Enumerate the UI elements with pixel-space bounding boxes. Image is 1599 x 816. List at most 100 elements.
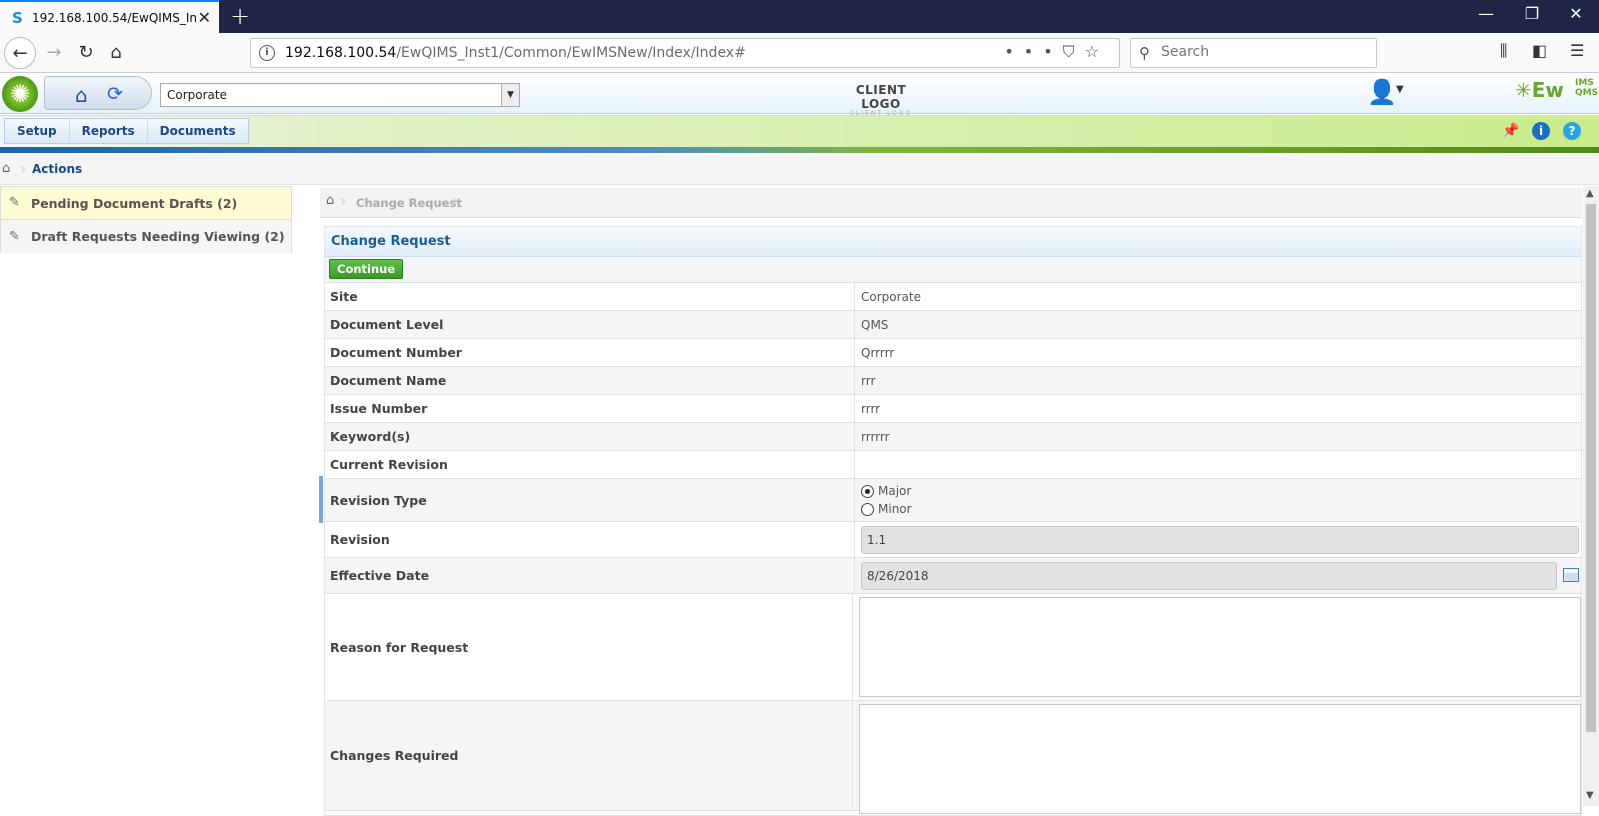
reason-for-request-textarea[interactable] bbox=[859, 597, 1581, 697]
breadcrumb-main: ⌂ › Change Request › bbox=[320, 188, 1582, 218]
form-row-site: Site Corporate bbox=[325, 283, 1581, 311]
form-button-row: Continue bbox=[325, 257, 1581, 283]
field-value-document-number: Qrrrrr bbox=[861, 345, 895, 360]
field-value-document-name: rrr bbox=[861, 373, 876, 388]
breadcrumb-home-icon[interactable]: ⌂ bbox=[326, 193, 334, 208]
library-icon[interactable]: ⫼ bbox=[1500, 41, 1507, 61]
menu-item-documents[interactable]: Documents bbox=[148, 119, 248, 143]
left-item-label: Draft Requests Needing Viewing (2) bbox=[31, 229, 285, 244]
user-avatar-icon[interactable]: 👤 bbox=[1367, 78, 1397, 106]
app-home-icon[interactable]: ⌂ bbox=[75, 83, 88, 107]
app-logo-icon[interactable]: ✺ bbox=[2, 76, 38, 112]
revision-type-radio-group: Major Minor bbox=[861, 482, 912, 518]
actions-panel: ✎ Pending Document Drafts (2) ✎ Draft Re… bbox=[0, 186, 292, 253]
breadcrumb-actions[interactable]: Actions bbox=[32, 162, 82, 176]
calendar-icon[interactable] bbox=[1563, 568, 1579, 582]
scroll-up-icon[interactable]: ▲ bbox=[1586, 188, 1594, 199]
browser-tab[interactable]: S 192.168.100.54/EwQIMS_Inst1/Co ✕ bbox=[0, 0, 219, 33]
window-close-button[interactable]: ✕ bbox=[1553, 4, 1599, 23]
browser-nav-bar: ← → ↻ ⌂ i 192.168.100.54/EwQIMS_Inst1/Co… bbox=[0, 33, 1599, 73]
field-label: Revision Type bbox=[325, 479, 855, 521]
url-bar[interactable]: i 192.168.100.54/EwQIMS_Inst1/Common/EwI… bbox=[250, 38, 1120, 68]
browser-search-bar[interactable]: ⚲ bbox=[1130, 38, 1377, 68]
left-item-draft-requests[interactable]: ✎ Draft Requests Needing Viewing (2) bbox=[1, 220, 291, 253]
field-value-site: Corporate bbox=[861, 289, 921, 304]
forward-arrow-icon[interactable]: → bbox=[38, 37, 70, 69]
field-label: Document Level bbox=[325, 311, 855, 338]
radio-option-minor[interactable]: Minor bbox=[861, 500, 912, 518]
user-menu-caret-icon[interactable]: ▼ bbox=[1396, 84, 1404, 95]
left-item-pending-drafts[interactable]: ✎ Pending Document Drafts (2) bbox=[1, 187, 291, 220]
window-minimize-button[interactable]: — bbox=[1463, 4, 1509, 23]
continue-button[interactable]: Continue bbox=[329, 259, 404, 279]
menu-hamburger-icon[interactable]: ☰ bbox=[1570, 41, 1584, 60]
form-row-revision-type: Revision Type Major Minor bbox=[325, 479, 1581, 522]
field-value-issue-number: rrrr bbox=[861, 401, 881, 416]
revision-input[interactable]: 1.1 bbox=[861, 525, 1579, 554]
form-row-document-number: Document Number Qrrrrr bbox=[325, 339, 1581, 367]
field-label: Changes Required bbox=[325, 701, 853, 810]
row-accent bbox=[319, 476, 323, 523]
change-request-form: Change Request Continue Site Corporate D… bbox=[324, 226, 1582, 816]
field-label: Revision bbox=[325, 522, 855, 557]
effective-date-input[interactable]: 8/26/2018 bbox=[861, 561, 1557, 590]
field-label: Reason for Request bbox=[325, 594, 853, 700]
form-row-reason-for-request: Reason for Request bbox=[325, 594, 1581, 701]
edit-document-icon: ✎ bbox=[9, 195, 20, 210]
app-header: ✺ ⌂ ⟳ Corporate ▼ CLIENT LOGO CLIENT LOG… bbox=[0, 74, 1599, 117]
field-label: Site bbox=[325, 283, 855, 310]
site-info-icon[interactable]: i bbox=[259, 45, 275, 61]
edit-document-icon: ✎ bbox=[9, 228, 20, 244]
browser-search-input[interactable] bbox=[1161, 44, 1361, 60]
browser-tab-bar: S 192.168.100.54/EwQIMS_Inst1/Co ✕ + — ❐… bbox=[0, 0, 1599, 33]
radio-option-major[interactable]: Major bbox=[861, 482, 912, 500]
main-menu: Setup Reports Documents bbox=[4, 118, 249, 144]
search-icon: ⚲ bbox=[1139, 44, 1150, 62]
field-value-keywords: rrrrrr bbox=[861, 429, 890, 444]
radio-major[interactable] bbox=[861, 484, 874, 498]
field-label: Document Name bbox=[325, 367, 855, 394]
field-label: Keyword(s) bbox=[325, 423, 855, 450]
window-restore-button[interactable]: ❐ bbox=[1509, 4, 1555, 23]
site-select-value: Corporate bbox=[167, 88, 227, 102]
pin-icon[interactable]: 📌 bbox=[1502, 122, 1520, 140]
back-arrow-icon[interactable]: ← bbox=[4, 37, 36, 69]
form-row-revision: Revision 1.1 bbox=[325, 522, 1581, 558]
page-actions-icons[interactable]: •••⛉☆ bbox=[1004, 42, 1109, 62]
new-tab-button[interactable]: + bbox=[230, 2, 250, 30]
scrollbar-thumb[interactable] bbox=[1586, 204, 1596, 732]
help-icon[interactable]: ? bbox=[1563, 122, 1581, 140]
chevron-down-icon[interactable]: ▼ bbox=[501, 84, 519, 106]
form-row-document-name: Document Name rrr bbox=[325, 367, 1581, 395]
scroll-down-icon[interactable]: ▼ bbox=[1586, 790, 1594, 801]
breadcrumb-separator: › bbox=[20, 159, 27, 178]
home-icon[interactable]: ⌂ bbox=[100, 37, 132, 69]
header-stripe bbox=[0, 147, 1599, 153]
menu-item-setup[interactable]: Setup bbox=[5, 119, 70, 143]
field-value-current-revision bbox=[855, 451, 1581, 478]
sidebar-toggle-icon[interactable]: ◧ bbox=[1532, 41, 1547, 60]
breadcrumb-separator: › bbox=[340, 191, 347, 210]
form-row-issue-number: Issue Number rrrr bbox=[325, 395, 1581, 423]
form-row-effective-date: Effective Date 8/26/2018 bbox=[325, 558, 1581, 594]
breadcrumb-home-icon[interactable]: ⌂ bbox=[2, 161, 10, 176]
changes-required-textarea[interactable] bbox=[859, 704, 1581, 814]
site-select[interactable]: Corporate ▼ bbox=[160, 83, 520, 107]
brand-logo: ✳Ew IMS QMS bbox=[1515, 78, 1599, 102]
url-text[interactable]: 192.168.100.54/EwQIMS_Inst1/Common/EwIMS… bbox=[285, 45, 746, 61]
breadcrumb-separator: › bbox=[452, 191, 459, 210]
field-label: Issue Number bbox=[325, 395, 855, 422]
form-row-changes-required: Changes Required bbox=[325, 701, 1581, 814]
field-label: Effective Date bbox=[325, 558, 855, 593]
field-label: Document Number bbox=[325, 339, 855, 366]
vertical-scrollbar[interactable]: ▲ ▼ bbox=[1583, 186, 1599, 806]
tab-close-icon[interactable]: ✕ bbox=[198, 8, 211, 27]
radio-label-major: Major bbox=[878, 484, 912, 498]
tab-title: 192.168.100.54/EwQIMS_Inst1/Co bbox=[32, 10, 197, 25]
menu-item-reports[interactable]: Reports bbox=[70, 119, 148, 143]
radio-minor[interactable] bbox=[861, 502, 874, 516]
info-icon[interactable]: i bbox=[1532, 122, 1550, 140]
app-refresh-icon[interactable]: ⟳ bbox=[107, 83, 123, 105]
reload-icon[interactable]: ↻ bbox=[70, 37, 102, 69]
breadcrumb-top: ⌂ › Actions bbox=[0, 155, 1599, 185]
